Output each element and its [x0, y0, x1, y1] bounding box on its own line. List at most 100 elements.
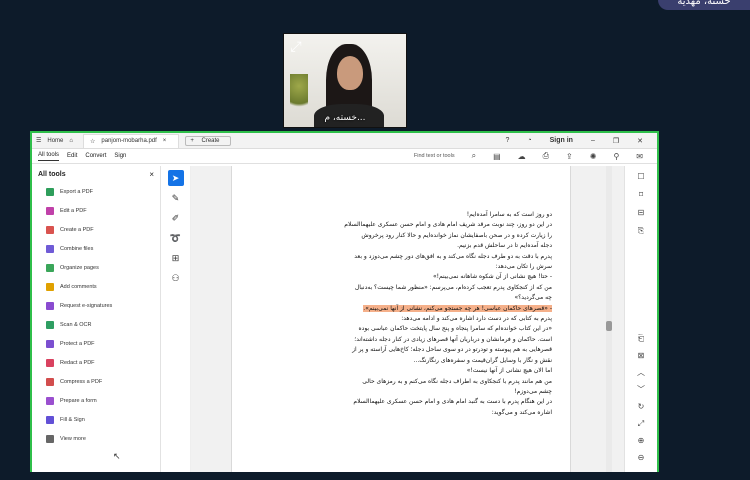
tool-item[interactable]: Compress a PDF — [32, 372, 160, 391]
cloud-icon[interactable]: ☁ — [518, 152, 526, 161]
close-tab-icon[interactable]: × — [163, 138, 167, 144]
menu-icon[interactable]: ☰ — [36, 137, 41, 144]
tab-edit[interactable]: Edit — [67, 153, 77, 159]
zoom-fit-icon[interactable]: ⤢ — [633, 417, 649, 431]
select-cursor-icon[interactable]: ➤ — [167, 170, 184, 186]
redact-pdf-icon — [46, 358, 54, 367]
share-icon[interactable]: ⇪ — [566, 152, 573, 161]
tool-item[interactable]: Create a PDF — [32, 220, 160, 239]
tool-label: Request e-signatures — [60, 302, 113, 309]
tool-label: Compress a PDF — [60, 378, 103, 385]
create-label: Create — [201, 137, 220, 144]
tool-item[interactable]: Request e-signatures — [32, 296, 160, 315]
draw-icon[interactable]: ➰ — [168, 230, 184, 246]
attachments-icon[interactable]: ⎘ — [633, 224, 649, 238]
doc-line: «در این کتاب خوانده‌ام که سامرا پنجاه و … — [358, 325, 553, 333]
tool-item[interactable]: Prepare a form — [32, 391, 160, 410]
save-icon[interactable]: ▤ — [493, 152, 501, 161]
tool-item[interactable]: Export a PDF — [32, 182, 160, 201]
tool-item[interactable]: Add comments — [32, 277, 160, 296]
all-tools-panel: All tools × Export a PDF Edit a PDF Crea… — [32, 166, 161, 472]
doc-line: در این دو روز، چند نوبت مرقد شریف امام ه… — [344, 221, 552, 229]
tool-label: Combine files — [60, 245, 94, 252]
tool-label: View more — [60, 435, 86, 442]
edit-pdf-icon — [46, 206, 54, 215]
highlight-icon[interactable]: ✐ — [168, 210, 184, 226]
doc-line: قصرهایی به هم پیوسته و تو‌در‌تو در دو سو… — [352, 346, 552, 354]
workspace: All tools × Export a PDF Edit a PDF Crea… — [32, 166, 657, 472]
help-icon[interactable]: ? — [505, 137, 509, 144]
export-pdf-icon — [46, 187, 54, 196]
doc-line: چشم می‌دوزم! — [514, 387, 552, 395]
create-button[interactable]: + Create — [185, 135, 231, 146]
home-icon[interactable]: ⌂ — [69, 138, 73, 144]
scrollbar-thumb[interactable] — [606, 321, 612, 331]
thumbnails-icon[interactable]: ⊟ — [633, 206, 649, 220]
doc-line: دجله آمده‌ایم تا در ساحلش قدم بزنیم. — [457, 242, 552, 250]
panel-title: All tools — [38, 170, 66, 178]
title-bar: ☰ Home ⌂ ☆ panjom-mobarha.pdf × + Create… — [32, 133, 657, 149]
doc-line: اشاره می‌کند و می‌گوید: — [491, 408, 552, 416]
comments-icon[interactable]: ☐ — [633, 170, 649, 184]
tab-all-tools[interactable]: All tools — [38, 152, 60, 161]
fit-page-icon[interactable]: ⊠ — [633, 349, 649, 363]
zoom-in-icon[interactable]: ⊕ — [633, 434, 649, 448]
tool-item[interactable]: Redact a PDF — [32, 353, 160, 372]
tool-item[interactable]: Fill & Sign — [32, 410, 160, 429]
zoom-out-icon[interactable]: ⊖ — [633, 451, 649, 465]
notification-icon[interactable]: ◔ — [527, 137, 531, 144]
scan-ocr-icon — [46, 320, 54, 329]
acrobat-window: ☰ Home ⌂ ☆ panjom-mobarha.pdf × + Create… — [30, 131, 659, 472]
doc-line: در این هنگام پدرم با دست به گنبد امام ها… — [353, 398, 552, 406]
tab-convert[interactable]: Convert — [85, 153, 106, 159]
pdf-page: دو روز است که به سامرا آمده‌ایم! در این … — [231, 166, 571, 472]
tool-item[interactable]: Combine files — [32, 239, 160, 258]
tool-list: Export a PDF Edit a PDF Create a PDF Com… — [32, 182, 160, 448]
tab-home[interactable]: Home — [47, 138, 63, 144]
sign-in-button[interactable]: Sign in — [550, 137, 573, 144]
tool-label: Export a PDF — [60, 188, 94, 195]
doc-line: اما الان هیچ نشانی از آنها نیست!» — [466, 367, 552, 375]
tab-document[interactable]: ☆ panjom-mobarha.pdf × — [83, 133, 180, 148]
tool-item[interactable]: Organize pages — [32, 258, 160, 277]
close-panel-icon[interactable]: × — [149, 170, 154, 179]
page-nav-icon[interactable]: ⎗ — [633, 332, 649, 346]
doc-line: سرش را تکان می‌دهد: — [495, 263, 552, 271]
tool-label: Add comments — [60, 283, 97, 290]
star-icon[interactable]: ☆ — [90, 138, 95, 145]
close-window-icon[interactable]: ✕ — [637, 137, 643, 145]
find-text-button[interactable]: Find text or tools — [414, 153, 455, 159]
tool-item[interactable]: View more — [32, 429, 160, 448]
tool-label: Redact a PDF — [60, 359, 95, 366]
tool-label: Organize pages — [60, 264, 99, 271]
tool-item[interactable]: Scan & OCR — [32, 315, 160, 334]
document-viewer[interactable]: دو روز است که به سامرا آمده‌ایم! در این … — [191, 166, 624, 472]
bookmark-icon[interactable]: ⌑ — [633, 188, 649, 202]
doc-line: پدرم به کتابی که در دست دارد اشاره می‌کن… — [401, 315, 552, 323]
maximize-icon[interactable]: ❐ — [613, 137, 619, 145]
mouse-cursor-icon: ↖ — [113, 451, 121, 461]
mail-icon[interactable]: ✉ — [636, 152, 643, 161]
scroll-up-icon[interactable]: ︿ — [633, 366, 649, 380]
search-icon[interactable]: ⌕ — [472, 151, 476, 161]
print-icon[interactable]: ⎙ — [543, 151, 549, 161]
ai-assistant-icon[interactable]: ✺ — [590, 152, 597, 161]
tool-item[interactable]: Edit a PDF — [32, 201, 160, 220]
vertical-scrollbar[interactable] — [606, 166, 612, 472]
tool-menu-bar: All tools Edit Convert Sign Find text or… — [32, 149, 657, 164]
tool-item[interactable]: Protect a PDF — [32, 334, 160, 353]
participant-video[interactable]: ⤢ خسته، م... — [283, 33, 407, 128]
expand-icon[interactable]: ⤢ — [288, 38, 304, 54]
minimize-icon[interactable]: – — [591, 137, 595, 144]
tab-sign[interactable]: Sign — [114, 153, 126, 159]
comment-icon[interactable]: ✎ — [168, 190, 184, 206]
combine-files-icon — [46, 244, 54, 253]
link-icon[interactable]: ⚲ — [613, 152, 619, 161]
stamp-icon[interactable]: ⚇ — [168, 270, 184, 286]
scroll-down-icon[interactable]: ﹀ — [633, 383, 649, 397]
rotate-icon[interactable]: ↻ — [633, 400, 649, 414]
text-box-icon[interactable]: ⊞ — [168, 250, 184, 266]
participant-name-badge: خسته، مهدیه — [658, 0, 750, 10]
prepare-form-icon — [46, 396, 54, 405]
doc-line: نقش و نگار با وسایل گران‌قیمت و سفره‌های… — [413, 356, 552, 364]
